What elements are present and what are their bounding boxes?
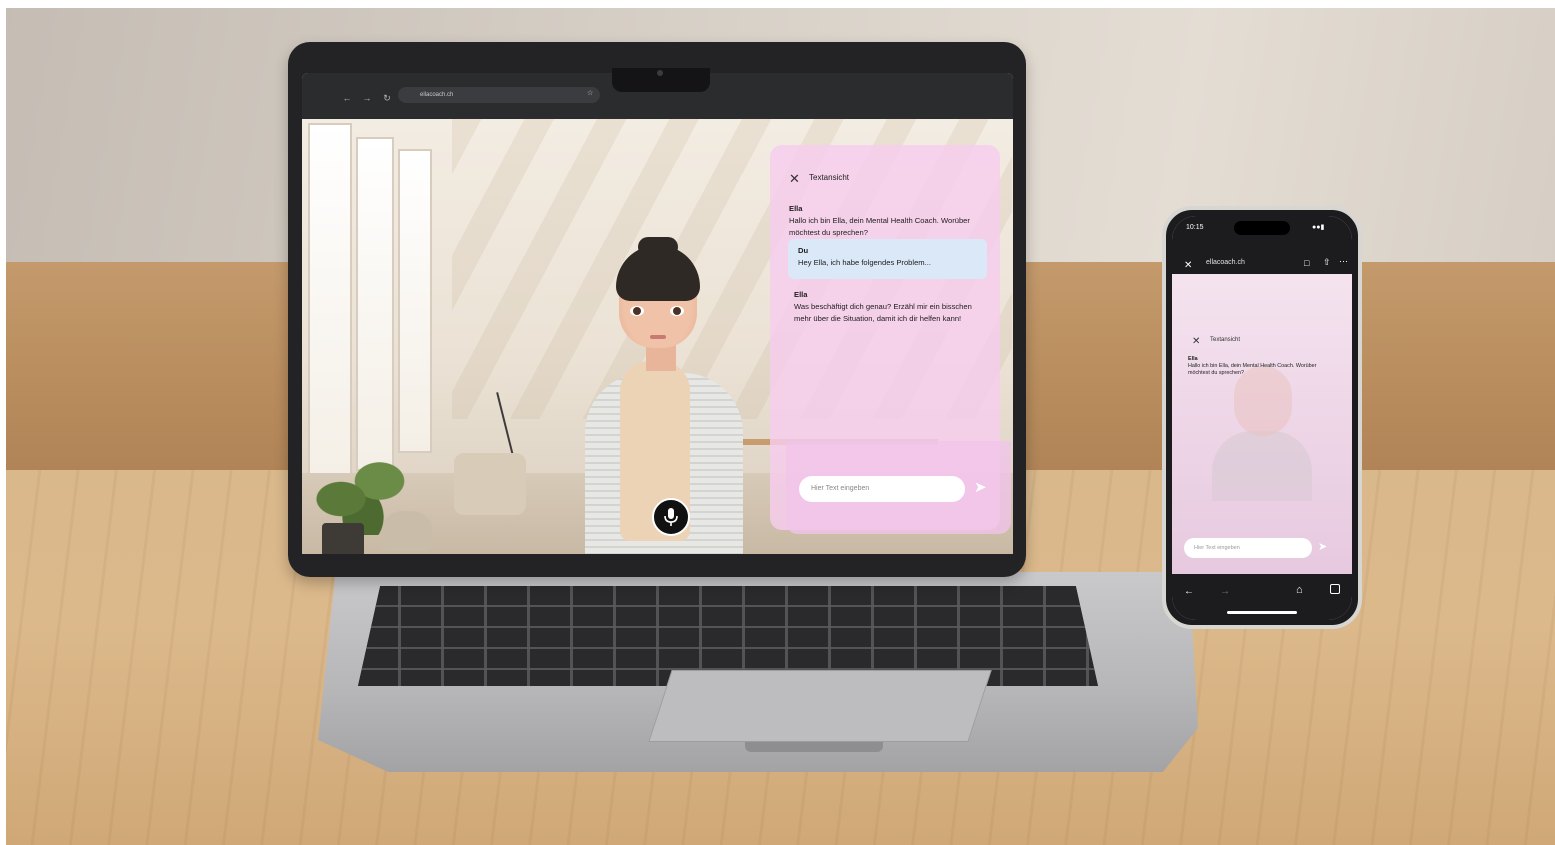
send-icon[interactable]: ➤ [974,478,987,496]
forward-arrow-icon[interactable]: → [362,93,372,103]
bookmark-icon[interactable]: □ [1304,258,1309,268]
microphone-button[interactable] [652,498,690,536]
plant-pot [322,523,364,554]
dynamic-island [1234,221,1290,235]
room-window [398,149,432,453]
armchair [454,453,526,515]
message-input[interactable]: Hier Text eingeben [799,476,965,502]
phone-screen: 10:15 ●●▮ ✕ ellacoach.ch □ ⇧ ⋯ ✕ Textans… [1172,216,1352,620]
panel-title: Textansicht [809,173,850,182]
address-bar[interactable]: ellacoach.ch [398,87,600,103]
back-arrow-icon[interactable]: ← [1184,586,1194,597]
bookmark-star-icon[interactable]: ☆ [587,89,593,97]
message-sender: Ella [789,204,803,213]
tabs-icon[interactable] [1330,584,1340,594]
signal-wifi-battery-icon: ●●▮ [1312,224,1325,231]
forward-arrow-icon[interactable]: → [1220,586,1230,597]
message-sender: Ella [1188,356,1198,362]
share-icon[interactable]: ⇧ [1323,257,1331,268]
message-sender: Ella [794,290,808,299]
phone-message-ella: Ella Hallo ich bin Ella, dein Mental Hea… [1188,356,1338,377]
message-text: Hey Ella, ich habe folgendes Problem... [798,258,931,267]
avatar-body-faded [1212,431,1312,501]
avatar-mouth [650,335,666,339]
room-window [308,123,352,487]
status-time: 10:15 [1186,224,1204,231]
message-text: Hallo ich bin Ella, dein Mental Health C… [1188,363,1317,376]
laptop-hinge [745,742,883,752]
reload-icon[interactable]: ↻ [382,93,392,104]
room-window [356,137,394,471]
back-arrow-icon[interactable]: ← [342,93,352,103]
laptop-trackpad [648,670,992,742]
microphone-icon [664,508,678,526]
avatar-eye [670,306,684,316]
avatar-eye [630,306,644,316]
image-border-top [0,0,1555,8]
webcam [657,70,663,76]
close-icon[interactable]: ✕ [1184,260,1192,271]
message-ella: Ella Was beschäftigt dich genau? Erzähl … [794,289,984,325]
laptop-screen: ← → ↻ ⚙ ellacoach.ch ☆ ✕ Textansicht Ell… [302,73,1013,554]
message-sender: Du [798,246,809,255]
avatar-hair-bun [638,237,678,257]
home-indicator [1227,611,1297,614]
message-text: Hallo ich bin Ella, dein Mental Health C… [789,216,970,237]
send-icon[interactable]: ➤ [1318,540,1327,553]
phone-panel-title: Textansicht [1210,337,1241,343]
home-icon[interactable]: ⌂ [1296,584,1303,596]
image-border-left [0,0,6,845]
message-text: Was beschäftigt dich genau? Erzähl mir e… [794,302,972,323]
message-ella: Ella Hallo ich bin Ella, dein Mental Hea… [789,203,989,239]
close-icon[interactable]: ✕ [1192,336,1200,347]
message-user: Du Hey Ella, ich habe folgendes Problem.… [798,245,982,269]
phone-address-bar[interactable]: ellacoach.ch [1206,259,1245,266]
close-icon[interactable]: ✕ [789,171,800,187]
phone-message-input[interactable]: Hier Text eingeben [1184,538,1312,558]
plant-pot [382,511,432,551]
more-icon[interactable]: ⋯ [1339,256,1348,267]
